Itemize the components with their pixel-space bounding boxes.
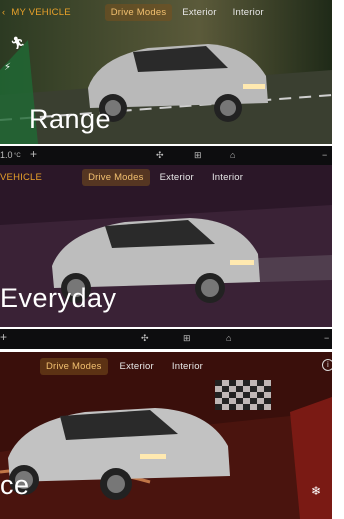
- plus-button[interactable]: +: [30, 147, 37, 161]
- tab-interior[interactable]: Interior: [206, 169, 249, 186]
- drive-mode-panel-sport: Drive Modes Exterior Interior i ce ❄︎: [0, 352, 332, 519]
- top-nav: ‹ MY VEHICLE Drive Modes Exterior Interi…: [0, 0, 332, 24]
- vehicle-title[interactable]: VEHICLE: [0, 172, 42, 183]
- home-icon[interactable]: ⌂: [230, 150, 235, 160]
- mode-label: Range: [29, 104, 112, 134]
- tab-drive-modes[interactable]: Drive Modes: [104, 3, 173, 21]
- temperature-unit: °C: [14, 153, 21, 159]
- minus-button[interactable]: −: [324, 333, 329, 343]
- fan-icon[interactable]: ✣: [141, 333, 149, 344]
- mode-label: Everyday: [0, 283, 117, 313]
- running-figure-icon[interactable]: 🏃︎: [10, 36, 25, 50]
- mode-label: ce: [0, 470, 30, 500]
- top-nav: VEHICLE Drive Modes Exterior Interior: [0, 165, 332, 189]
- tab-exterior[interactable]: Exterior: [114, 358, 160, 375]
- tab-interior[interactable]: Interior: [227, 4, 270, 21]
- climate-strip: 1.0 °C + ✣ ⊞ ⌂ −: [0, 146, 332, 166]
- tab-drive-modes[interactable]: Drive Modes: [40, 357, 108, 375]
- tab-interior[interactable]: Interior: [166, 358, 209, 375]
- tab-drive-modes[interactable]: Drive Modes: [82, 168, 150, 186]
- drive-mode-panel-range: ‹ MY VEHICLE Drive Modes Exterior Interi…: [0, 0, 332, 144]
- leaf-icon[interactable]: ⚡︎: [4, 62, 11, 73]
- tab-exterior[interactable]: Exterior: [176, 4, 222, 21]
- minus-button[interactable]: −: [322, 150, 327, 160]
- top-nav: Drive Modes Exterior Interior i: [0, 354, 332, 378]
- grid-icon[interactable]: ⊞: [194, 150, 202, 161]
- temperature-value: 1.0: [0, 150, 13, 160]
- vehicle-title[interactable]: MY VEHICLE: [11, 7, 70, 18]
- snowflake-icon[interactable]: ❄︎: [311, 484, 321, 498]
- plus-button[interactable]: +: [0, 330, 7, 344]
- fan-icon[interactable]: ✣: [156, 150, 164, 161]
- tab-exterior[interactable]: Exterior: [154, 169, 200, 186]
- home-icon[interactable]: ⌂: [226, 333, 231, 343]
- drive-mode-panel-everyday: VEHICLE Drive Modes Exterior Interior Ev…: [0, 165, 332, 327]
- info-icon[interactable]: i: [322, 359, 332, 371]
- climate-strip: + ✣ ⊞ ⌂ −: [0, 329, 332, 349]
- grid-icon[interactable]: ⊞: [183, 333, 191, 344]
- car-image: [8, 408, 230, 500]
- back-icon[interactable]: ‹: [2, 7, 5, 18]
